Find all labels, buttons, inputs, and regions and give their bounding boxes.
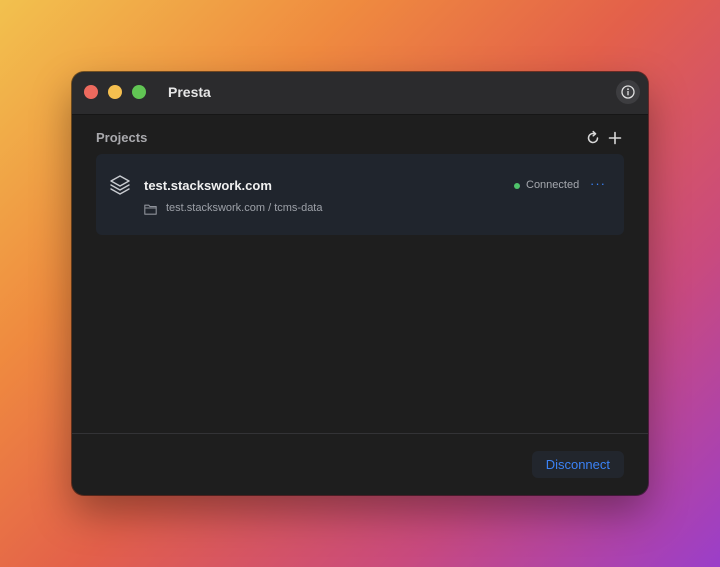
- connection-status: Connected: [526, 179, 580, 191]
- plus-icon: [608, 131, 622, 145]
- folder-icon: [144, 204, 157, 215]
- minimize-window-button[interactable]: [108, 85, 122, 99]
- close-window-button[interactable]: [84, 85, 98, 99]
- title-bar: Presta: [72, 72, 648, 115]
- info-icon: [621, 85, 635, 99]
- app-title: Presta: [168, 84, 211, 100]
- zoom-window-button[interactable]: [132, 85, 146, 99]
- project-more-button[interactable]: ···: [590, 177, 606, 190]
- layers-icon: [110, 175, 130, 195]
- app-window: Presta Projects test.stackswork.com Conn…: [72, 72, 648, 495]
- project-path: test.stackswork.com / tcms-data: [166, 202, 323, 214]
- projects-section-title: Projects: [96, 130, 148, 145]
- disconnect-button[interactable]: Disconnect: [531, 451, 624, 478]
- info-button[interactable]: [616, 80, 640, 104]
- project-card[interactable]: test.stackswork.com Connected ··· test.s…: [96, 154, 624, 235]
- project-name: test.stackswork.com: [144, 178, 272, 193]
- refresh-button[interactable]: [584, 129, 602, 147]
- refresh-icon: [587, 130, 599, 144]
- status-indicator-dot: [514, 183, 520, 189]
- footer-divider: [72, 433, 648, 434]
- add-project-button[interactable]: [606, 129, 624, 147]
